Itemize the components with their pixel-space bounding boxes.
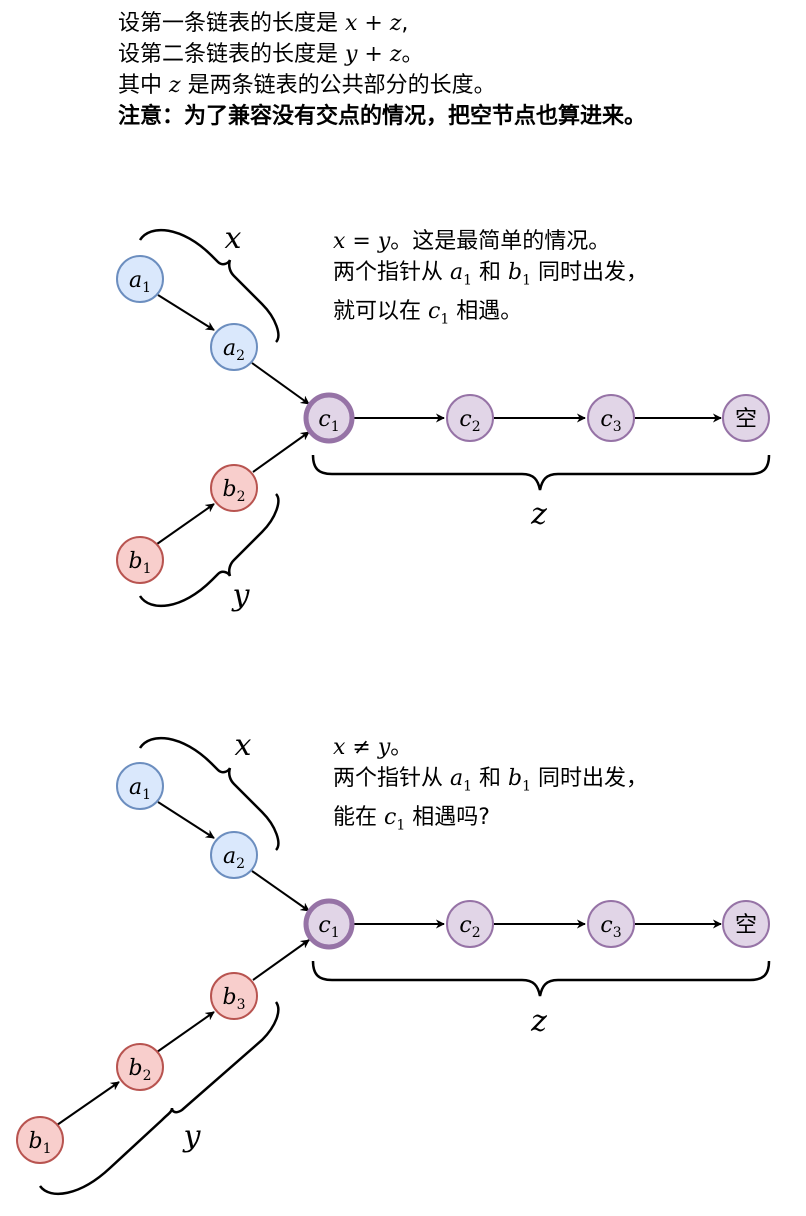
case2-label-z: z [530, 1004, 547, 1039]
case1-edge-b2-c1 [252, 431, 310, 473]
case2-diagram: x y z a1 a2 b3 b2 b1 c1 c2 c3 空 [16, 728, 771, 1196]
case2-node-null: 空 [722, 900, 770, 948]
case1-node-null: 空 [722, 394, 770, 442]
case2-edge-a1-a2 [157, 801, 215, 839]
case1-label-x: x [225, 221, 242, 256]
case2-node-c3: c3 [587, 900, 635, 948]
case1-edge-a1-a2 [157, 294, 215, 331]
case1-node-a1: a1 [116, 255, 164, 303]
case2-label-y: y [182, 1119, 202, 1154]
case2-node-a2: a2 [210, 831, 258, 879]
case2-node-a1: a1 [116, 762, 164, 810]
case2-node-b2: b2 [116, 1043, 164, 1091]
case2-node-b3: b3 [210, 972, 258, 1020]
case1-label-z: z [530, 497, 547, 532]
case1-diagram: x y z a1 a2 b2 b1 c1 c2 c3 空 [116, 221, 771, 613]
case1-node-b2: b2 [210, 464, 258, 512]
case1-brace-z [311, 454, 771, 491]
case2-edge-b1-b2 [56, 1081, 120, 1126]
case2-node-c2: c2 [446, 900, 494, 948]
case2-brace-y [38, 1001, 280, 1196]
case2-label-x: x [235, 728, 252, 763]
case1-edge-b1-b2 [156, 503, 215, 545]
case1-edge-a2-c1 [251, 362, 310, 405]
linked-list-diagram: x y z a1 a2 b2 b1 c1 c2 c3 空 x y z a1 a2… [16, 221, 771, 1196]
case2-edge-b3-c1 [252, 939, 310, 981]
case1-node-c1-intersection: c1 [303, 392, 355, 444]
case1-node-c3: c3 [587, 394, 635, 442]
case2-edge-a2-c1 [251, 870, 310, 912]
case1-node-b1: b1 [116, 536, 164, 584]
case1-node-a2: a2 [210, 323, 258, 371]
case2-node-c1-intersection: c1 [303, 898, 355, 950]
svg-text:空: 空 [735, 407, 757, 432]
case2-brace-z [311, 960, 771, 997]
case2-edge-b2-b3 [156, 1011, 215, 1053]
case1-node-c2: c2 [446, 394, 494, 442]
case2-node-b1: b1 [16, 1116, 64, 1164]
svg-text:空: 空 [735, 913, 757, 938]
case1-label-y: y [231, 578, 251, 613]
